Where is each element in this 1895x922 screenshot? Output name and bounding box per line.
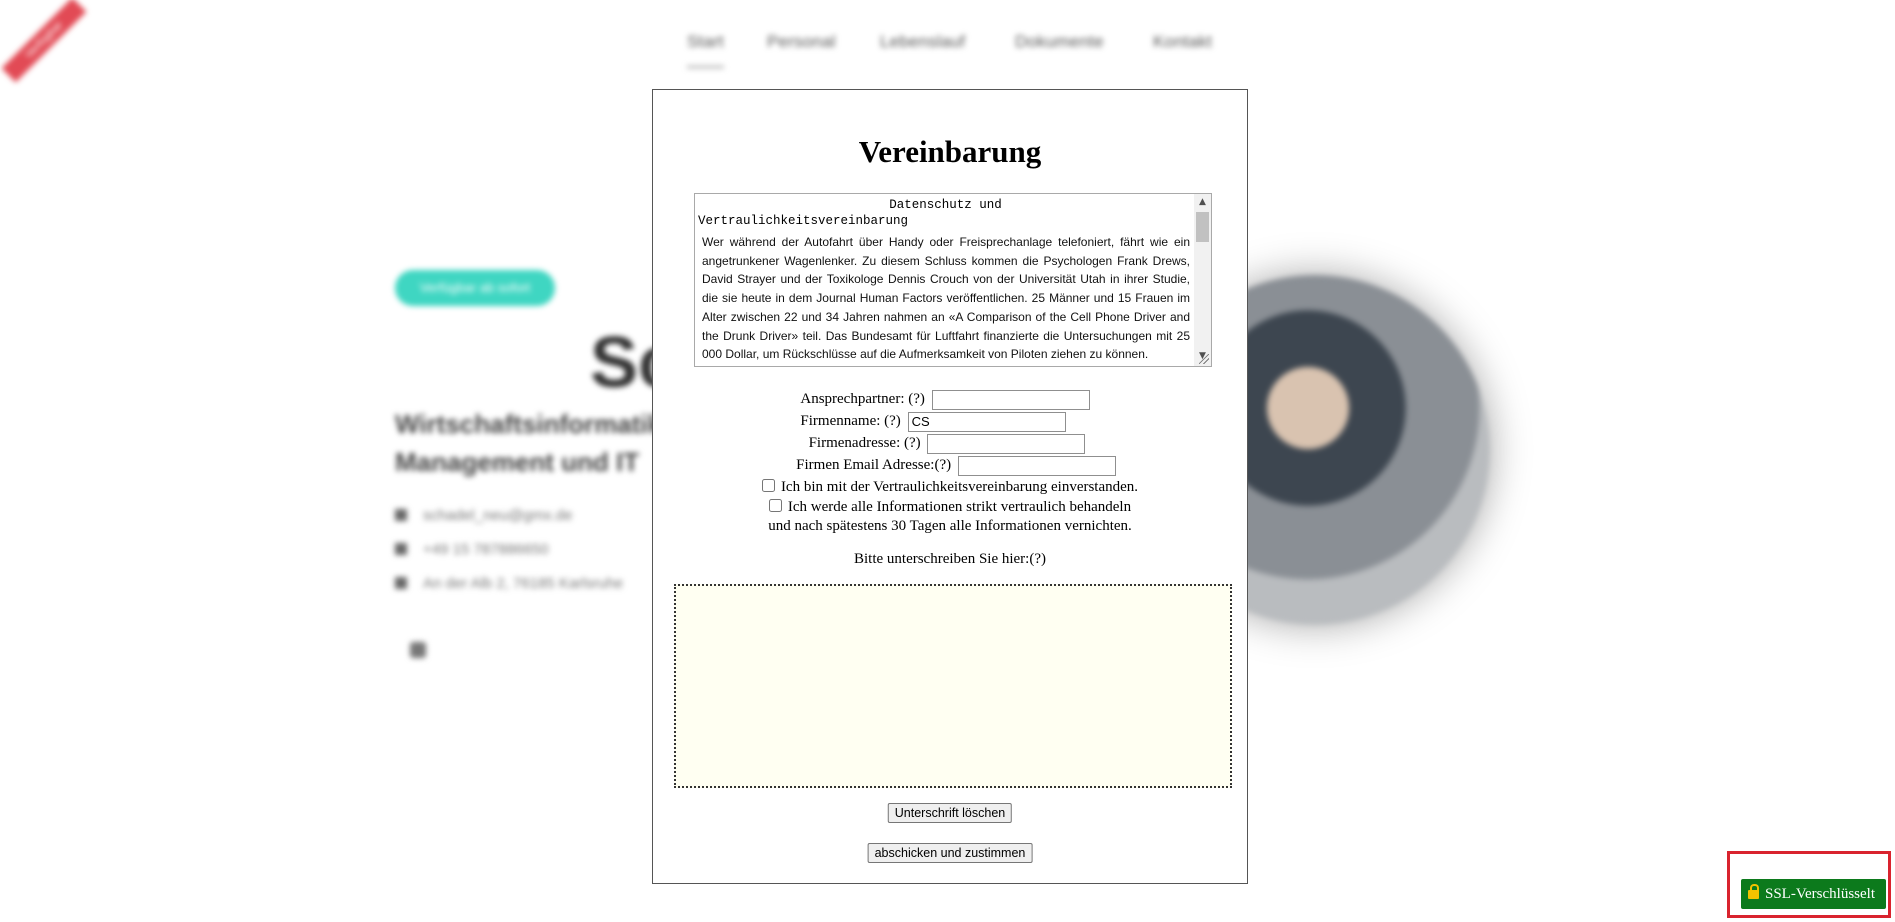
email-row: Firmen Email Adresse:(?)	[659, 455, 1253, 476]
contact-phone: +49 15 787886650	[395, 541, 549, 558]
contact-row: Ansprechpartner: (?)	[648, 389, 1242, 410]
nav-item-kontakt[interactable]: Kontakt	[1153, 32, 1212, 52]
signature-prompt-text: Bitte unterschreiben Sie hier:	[853, 551, 1030, 567]
hero-subtitle-line: Management und IT	[395, 447, 640, 477]
address-label: Firmenadresse:	[808, 435, 901, 451]
submit-agree-button[interactable]: abschicken und zustimmen	[867, 843, 1033, 863]
resize-grip-icon[interactable]	[1199, 354, 1209, 364]
company-row: Firmenname: (?)	[636, 411, 1230, 432]
signature-prompt: Bitte unterschreiben Sie hier:(?)	[653, 549, 1247, 569]
confidential-row-2: und nach spätestens 30 Tagen alle Inform…	[653, 516, 1247, 536]
contact-label: Ansprechpartner:	[800, 391, 905, 407]
address-row: Firmenadresse: (?)	[650, 433, 1244, 454]
agree-label: Ich bin mit der Vertraulichkeitsvereinba…	[780, 479, 1139, 495]
clear-signature-button[interactable]: Unterschrift löschen	[887, 803, 1013, 823]
confidential-label: Ich werde alle Informationen strikt vert…	[787, 499, 1132, 515]
nav-item-lebenslauf[interactable]: Lebenslauf	[880, 32, 965, 52]
company-label: Firmenname:	[800, 413, 881, 429]
availability-badge: Verfügbar ab sofort	[395, 270, 555, 306]
contact-input[interactable]	[931, 389, 1090, 410]
top-nav: Start Personal Lebenslauf Dokumente Kont…	[0, 32, 1895, 68]
address-help-icon[interactable]: (?)	[904, 435, 921, 451]
address-input[interactable]	[927, 433, 1086, 454]
ssl-badge[interactable]: SSL-Verschlüsselt	[1741, 879, 1886, 909]
contact-email: schadel_neu@gmx.de	[395, 507, 573, 524]
agreement-text-content: Datenschutz und Vertraulichkeitsvereinbar…	[698, 197, 1193, 363]
confidential-label-2: und nach spätestens 30 Tagen alle Inform…	[768, 518, 1132, 534]
agreement-textarea[interactable]: Datenschutz und Vertraulichkeitsvereinbar…	[694, 193, 1212, 367]
company-help-icon[interactable]: (?)	[884, 413, 901, 429]
email-help-icon[interactable]: (?)	[934, 457, 951, 473]
confidential-checkbox[interactable]	[768, 499, 782, 512]
ssl-label: SSL-Verschlüsselt	[1765, 886, 1875, 902]
ssl-highlight-frame: SSL-Verschlüsselt	[1727, 851, 1891, 918]
location-icon	[395, 577, 407, 589]
signature-help-icon[interactable]: (?)	[1029, 551, 1046, 567]
email-input[interactable]	[957, 455, 1116, 476]
scroll-up-icon[interactable]: ▲	[1194, 194, 1211, 210]
nav-item-personal[interactable]: Personal	[767, 32, 836, 52]
contact-address: An der Alb 2, 76185 Karlsruhe	[395, 575, 623, 592]
confidential-row: Ich werde alle Informationen strikt vert…	[653, 497, 1247, 517]
company-input[interactable]	[907, 411, 1066, 432]
mail-icon	[395, 509, 407, 521]
contact-help-icon[interactable]: (?)	[908, 391, 925, 407]
agree-row: Ich bin mit der Vertraulichkeitsvereinba…	[653, 477, 1247, 497]
nav-item-start[interactable]: Start	[687, 32, 724, 68]
email-label: Firmen Email Adresse:	[796, 457, 935, 473]
hero-subtitle-line: Wirtschaftsinformatik	[395, 409, 663, 439]
signature-pad[interactable]	[674, 584, 1232, 788]
agreement-modal: Vereinbarung Datenschutz und Vertraulichk…	[652, 89, 1248, 884]
scroll-thumb[interactable]	[1196, 212, 1209, 242]
phone-icon	[395, 543, 407, 555]
lock-icon	[1748, 884, 1759, 899]
agreement-body: Wer während der Autofahrt über Handy ode…	[702, 235, 1190, 362]
textarea-scrollbar[interactable]: ▲ ▼	[1194, 194, 1211, 366]
agreement-heading: Datenschutz und Vertraulichkeitsvereinbar…	[698, 198, 1002, 228]
modal-title: Vereinbarung	[858, 134, 1042, 169]
agree-checkbox[interactable]	[761, 479, 775, 492]
nav-item-dokumente[interactable]: Dokumente	[1015, 32, 1104, 52]
social-icon[interactable]	[410, 642, 426, 658]
hero-subtitle: Wirtschaftsinformatik Management und IT	[395, 405, 662, 481]
